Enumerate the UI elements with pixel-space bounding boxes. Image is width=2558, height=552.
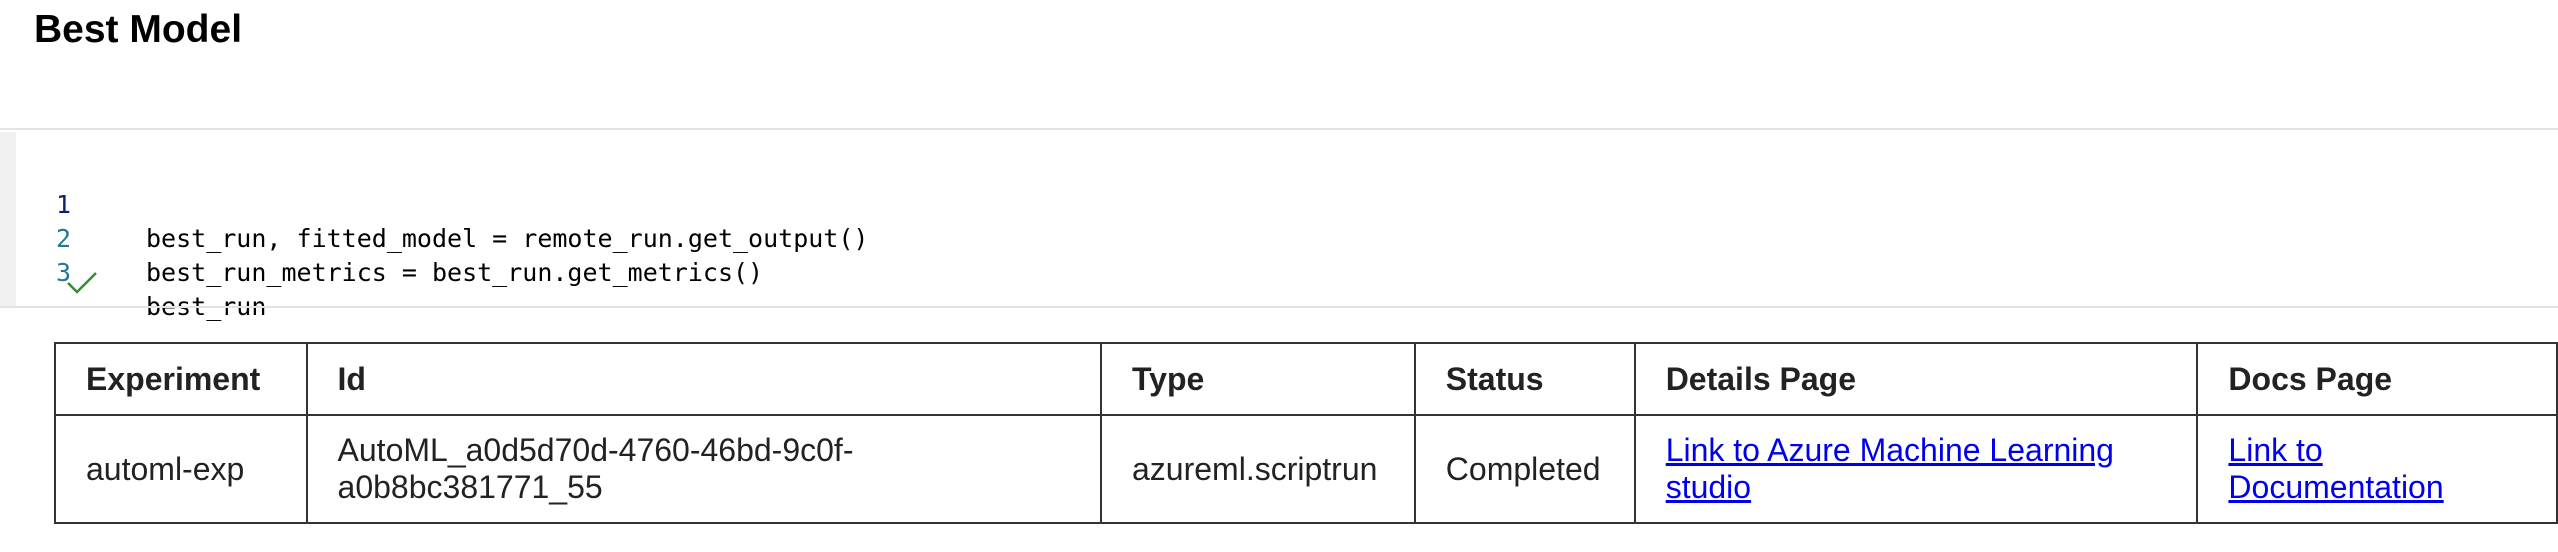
line-code: best_run, fitted_model = remote_run.get_… [146, 224, 869, 253]
table-row: automl-exp AutoML_a0d5d70d-4760-46bd-9c0… [54, 414, 2558, 524]
markdown-cell[interactable]: Best Model [0, 0, 2558, 128]
column-header-details-page: Details Page [1633, 342, 2199, 416]
code-line: 1 best_run, fitted_model = remote_run.ge… [16, 154, 868, 253]
cell-gutter[interactable] [0, 132, 16, 306]
code-editor[interactable]: 1 best_run, fitted_model = remote_run.ge… [16, 132, 2558, 321]
cell-divider [0, 306, 2558, 308]
run-id-cell: AutoML_a0d5d70d-4760-46bd-9c0f-a0b8bc381… [305, 414, 1103, 524]
azure-ml-studio-link[interactable]: Link to Azure Machine Learning studio [1666, 432, 2114, 505]
column-header-id: Id [305, 342, 1103, 416]
run-details-table: Experiment Id Type Status Details Page D… [54, 342, 2558, 524]
line-code: best_run_metrics = best_run.get_metrics(… [146, 258, 764, 287]
page-title: Best Model [34, 8, 243, 51]
table-header-row: Experiment Id Type Status Details Page D… [54, 342, 2558, 416]
docs-page-cell: Link to Documentation [2196, 414, 2558, 524]
run-status-cell: Completed [1413, 414, 1636, 524]
details-page-cell: Link to Azure Machine Learning studio [1633, 414, 2199, 524]
cell-divider [0, 128, 2558, 130]
experiment-cell: automl-exp [54, 414, 308, 524]
code-line: 2 best_run_metrics = best_run.get_metric… [16, 188, 763, 287]
code-line: 3 best_run [16, 222, 266, 321]
documentation-link[interactable]: Link to Documentation [2228, 432, 2443, 505]
code-cell[interactable]: 1 best_run, fitted_model = remote_run.ge… [0, 132, 2558, 321]
column-header-type: Type [1100, 342, 1416, 416]
run-type-cell: azureml.scriptrun [1100, 414, 1416, 524]
cell-output: Experiment Id Type Status Details Page D… [54, 342, 2558, 524]
checkmark-icon [64, 268, 100, 298]
column-header-status: Status [1413, 342, 1636, 416]
column-header-experiment: Experiment [54, 342, 308, 416]
column-header-docs-page: Docs Page [2196, 342, 2558, 416]
